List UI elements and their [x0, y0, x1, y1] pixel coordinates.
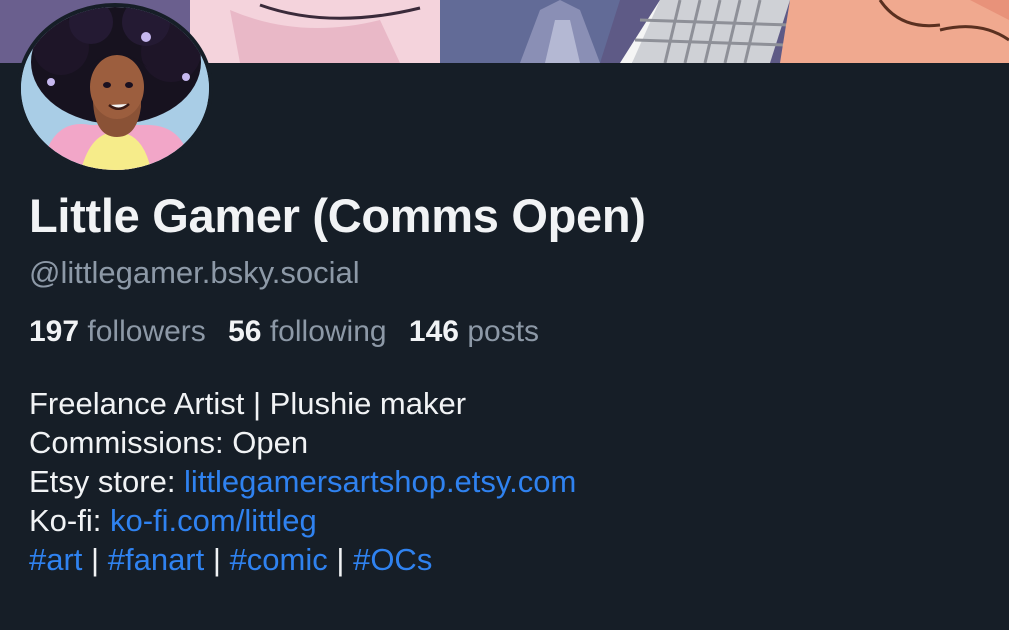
- bio-line-hashtags: #art | #fanart | #comic | #OCs: [29, 540, 576, 579]
- followers-label: followers: [87, 315, 206, 348]
- kofi-label: Ko-fi:: [29, 503, 110, 538]
- bio-line-commissions: Commissions: Open: [29, 425, 309, 460]
- followers-link[interactable]: 197 followers: [29, 315, 206, 348]
- following-label: following: [269, 315, 387, 348]
- hashtag-separator: |: [212, 542, 221, 577]
- posts-label: posts: [467, 315, 540, 348]
- followers-count: 197: [29, 315, 80, 348]
- hashtag-separator: |: [91, 542, 100, 577]
- hashtag-fanart[interactable]: #fanart: [108, 542, 205, 577]
- hashtag-ocs[interactable]: #OCs: [353, 542, 432, 577]
- profile-stats: 197 followers 56 following 146 posts: [29, 315, 553, 349]
- avatar-image: [21, 7, 209, 170]
- profile-handle: @littlegamer.bsky.social: [29, 255, 360, 290]
- posts-count-stat: 146 posts: [409, 315, 539, 348]
- bio-line-etsy: Etsy store: littlegamersartshop.etsy.com: [29, 462, 576, 501]
- posts-count: 146: [408, 315, 459, 348]
- etsy-label: Etsy store:: [29, 464, 185, 499]
- bio-line-kofi: Ko-fi: ko-fi.com/littleg: [29, 501, 576, 540]
- profile-bio: Freelance Artist | Plushie maker Commiss…: [29, 384, 576, 579]
- hashtag-art[interactable]: #art: [29, 542, 82, 577]
- display-name: Little Gamer (Comms Open): [29, 189, 646, 242]
- hashtag-separator: |: [336, 542, 345, 577]
- etsy-link[interactable]: littlegamersartshop.etsy.com: [184, 464, 576, 499]
- hashtag-comic[interactable]: #comic: [230, 542, 328, 577]
- following-count: 56: [228, 315, 262, 348]
- avatar[interactable]: [17, 3, 213, 174]
- profile-page: Little Gamer (Comms Open) @littlegamer.b…: [0, 0, 1009, 630]
- bio-line-artist: Freelance Artist | Plushie maker: [29, 386, 467, 421]
- following-link[interactable]: 56 following: [228, 315, 386, 348]
- kofi-link[interactable]: ko-fi.com/littleg: [110, 503, 317, 538]
